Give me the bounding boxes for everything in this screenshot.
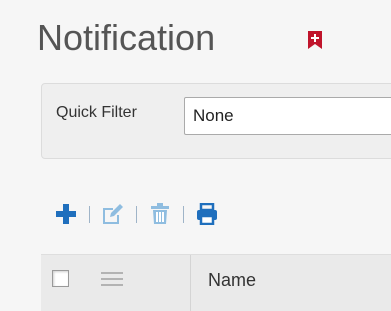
select-column-header [41,255,191,311]
delete-button[interactable] [148,201,172,227]
page-title: Notification [37,17,216,58]
print-button[interactable] [195,201,219,227]
select-all-checkbox[interactable] [52,270,69,287]
toolbar-separator [89,205,90,223]
add-button[interactable] [54,201,78,227]
edit-button[interactable] [101,201,125,227]
page: Notification Quick Filter None Name [0,0,391,311]
toolbar-separator [136,205,137,223]
column-menu-icon[interactable] [101,271,123,287]
bookmark-plus-icon[interactable] [307,30,323,50]
trash-icon [151,203,169,224]
quick-filter-select[interactable]: None [184,97,391,135]
grid-header: Name [41,254,391,311]
quick-filter-panel: Quick Filter None [41,83,391,159]
toolbar-separator [183,205,184,223]
quick-filter-label: Quick Filter [56,104,137,121]
name-column-header[interactable]: Name [208,270,256,291]
edit-icon [103,204,123,224]
title-row: Notification [37,16,215,60]
plus-icon [56,204,76,224]
print-icon [197,203,217,225]
toolbar [54,201,219,227]
